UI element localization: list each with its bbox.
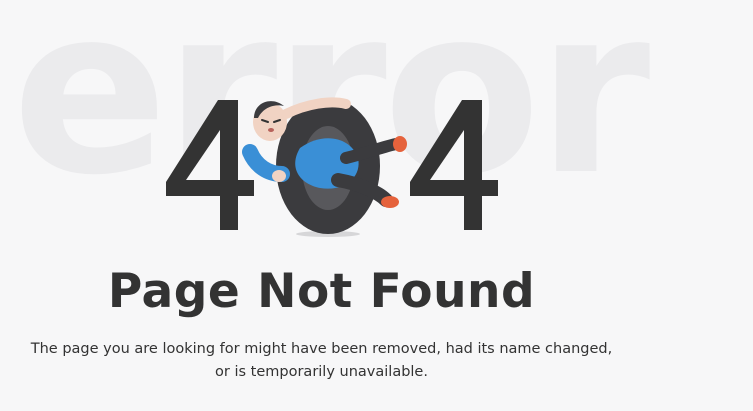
error-description: The page you are looking for might have … [0, 338, 643, 384]
404-graphic [166, 97, 498, 237]
page-title: Page Not Found [107, 264, 536, 319]
digit-four-right [410, 100, 498, 230]
error-description-line: or is temporarily unavailable. [215, 364, 428, 380]
error-description-line: The page you are looking for might have … [30, 341, 613, 357]
error-404-illustration [150, 88, 510, 248]
digit-four-left [166, 100, 254, 230]
